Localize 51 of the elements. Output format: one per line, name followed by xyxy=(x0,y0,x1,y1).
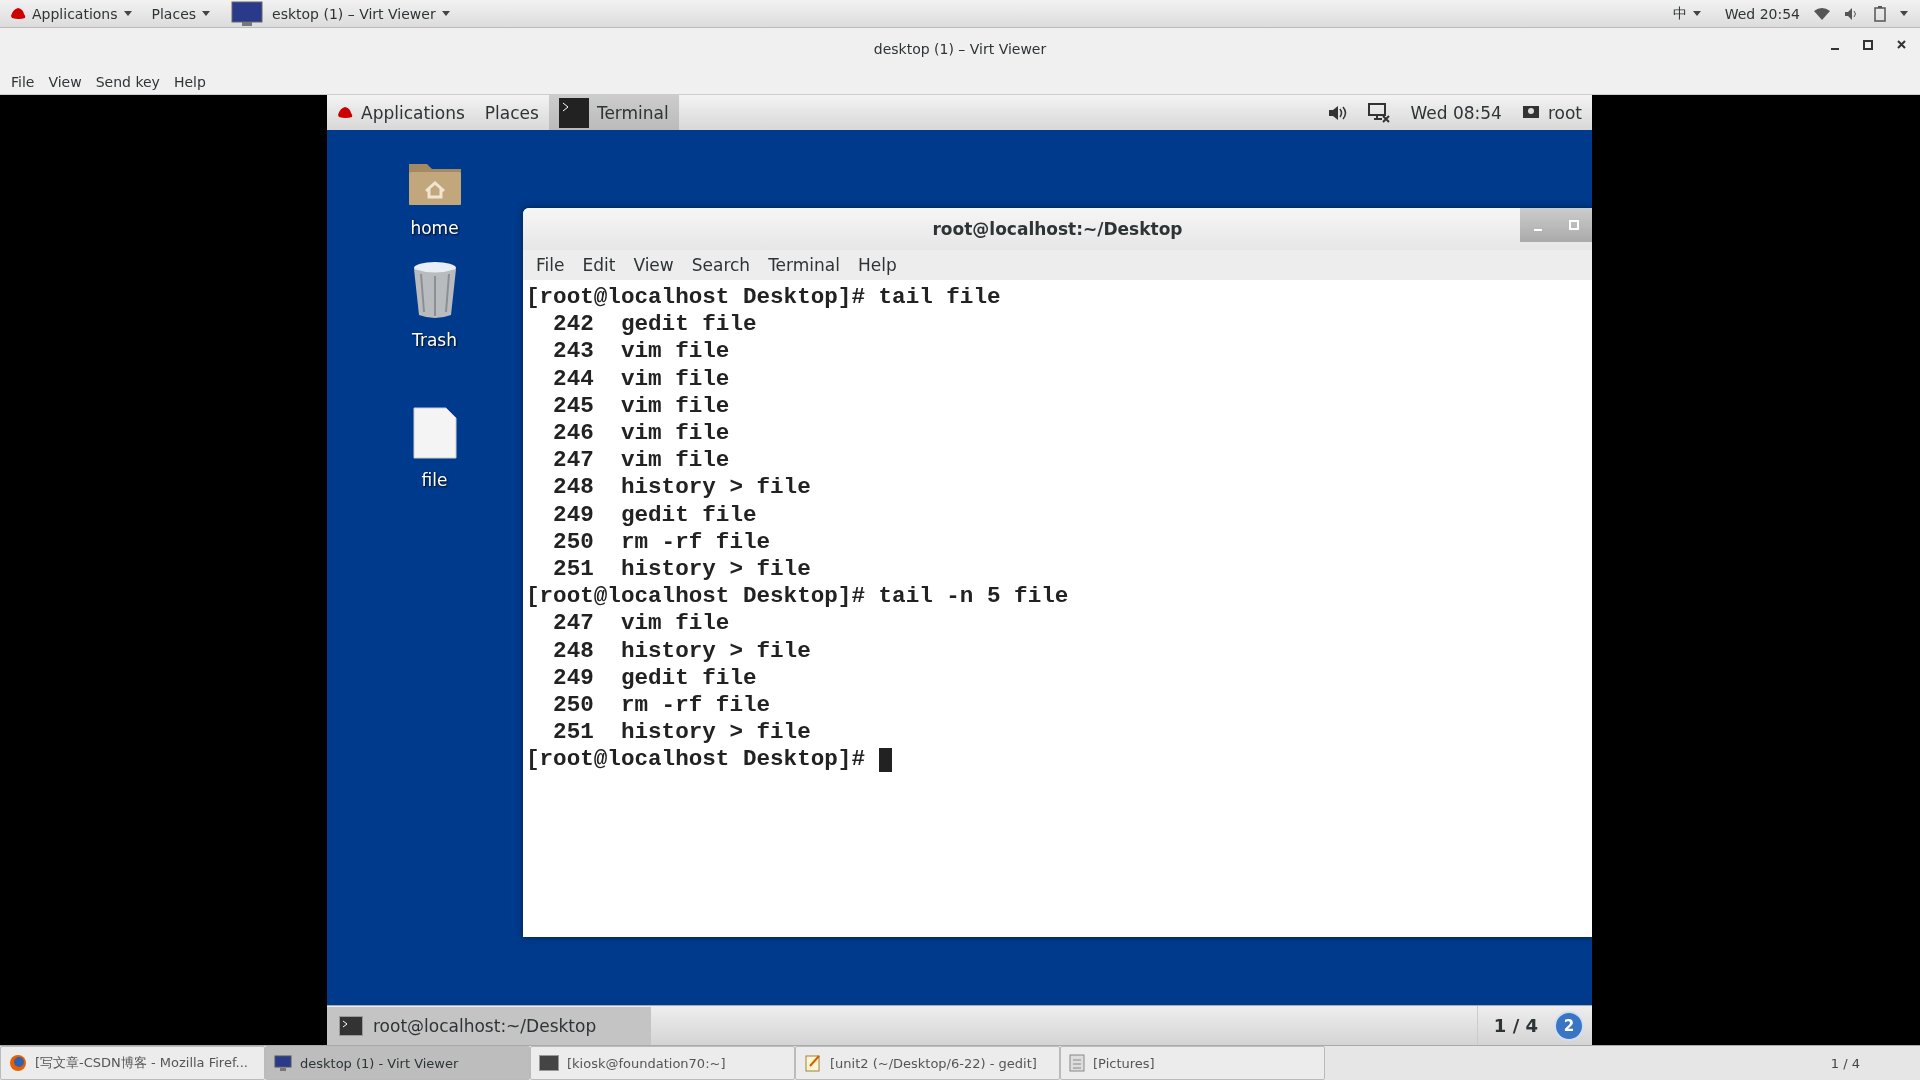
workspace-indicator[interactable]: 1 / 4 xyxy=(1830,1046,1920,1080)
terminal-line: 247 vim file xyxy=(552,447,730,475)
taskbar-item[interactable]: [写文章-CSDN博客 - Mozilla Firef... xyxy=(0,1046,265,1080)
terminal-line: 243 vim file xyxy=(552,338,730,366)
terminal-line: 248 history > file xyxy=(552,637,811,665)
window-title: root@localhost:~/Desktop xyxy=(932,219,1183,239)
menu-item[interactable]: Terminal xyxy=(759,255,849,275)
taskbar-item[interactable]: desktop (1) - Virt Viewer xyxy=(265,1046,530,1080)
menu-item[interactable]: Send key xyxy=(88,74,167,90)
menu-item[interactable]: File xyxy=(4,74,42,90)
applications-menu[interactable]: Applications xyxy=(327,95,475,130)
places-menu[interactable]: Places xyxy=(141,0,221,27)
terminal-line: 250 rm -rf file xyxy=(552,692,771,720)
applications-menu[interactable]: Applications xyxy=(0,0,142,27)
terminal-line: 250 rm -rf file xyxy=(552,528,771,557)
terminal-line: [root@localhost Desktop]# xyxy=(526,746,866,774)
clock[interactable]: Wed 20:54 xyxy=(1724,5,1800,22)
icon-label[interactable]: Trash xyxy=(412,330,457,350)
terminal-line: 247 vim file xyxy=(552,610,730,638)
terminal-line: 249 gedit file xyxy=(552,501,757,529)
menu-item[interactable]: View xyxy=(41,74,89,90)
taskbar-item[interactable]: [kiosk@foundation70:~] xyxy=(530,1046,795,1080)
icon-label[interactable]: file xyxy=(421,470,448,490)
taskbar-item[interactable]: [Pictures] xyxy=(1060,1046,1325,1080)
menu-item[interactable]: View xyxy=(624,255,683,275)
notification-badge[interactable]: 2 xyxy=(1554,1010,1584,1041)
window-menu[interactable]: esktop (1) – Virt Viewer xyxy=(220,0,460,27)
terminal-line: 251 history > file xyxy=(552,556,811,584)
terminal-line: 244 vim file xyxy=(552,365,730,393)
menu-item[interactable]: Search xyxy=(682,255,760,275)
icon-label[interactable]: home xyxy=(410,218,459,238)
terminal-line: 242 gedit file xyxy=(552,311,757,339)
terminal-app-menu[interactable]: Terminal xyxy=(548,95,679,130)
terminal-line: 245 vim file xyxy=(552,392,730,420)
menu-item[interactable]: Edit xyxy=(573,255,625,275)
terminal-line: 248 history > file xyxy=(552,474,811,502)
taskbar-item[interactable]: [unit2 (~/Desktop/6-22) - gedit] xyxy=(795,1046,1060,1080)
terminal-line: [root@localhost Desktop]# tail -n 5 file xyxy=(526,583,1069,611)
menu-item[interactable]: File xyxy=(527,255,574,275)
input-method-menu[interactable]: 中 xyxy=(1662,4,1711,23)
taskbar-item[interactable]: root@localhost:~/Desktop xyxy=(327,1006,651,1045)
user-menu[interactable]: root xyxy=(1511,95,1592,130)
window-title: desktop (1) – Virt Viewer xyxy=(873,41,1047,57)
clock[interactable]: Wed 08:54 xyxy=(1400,95,1512,130)
terminal-line: 249 gedit file xyxy=(552,664,757,693)
places-menu[interactable]: Places xyxy=(474,95,549,130)
menu-item[interactable]: Help xyxy=(848,255,906,275)
terminal-line: 246 vim file xyxy=(552,420,730,448)
terminal-line: 251 history > file xyxy=(552,719,811,747)
terminal-line: [root@localhost Desktop]# tail file xyxy=(526,284,1001,312)
menu-item[interactable]: Help xyxy=(166,74,213,90)
